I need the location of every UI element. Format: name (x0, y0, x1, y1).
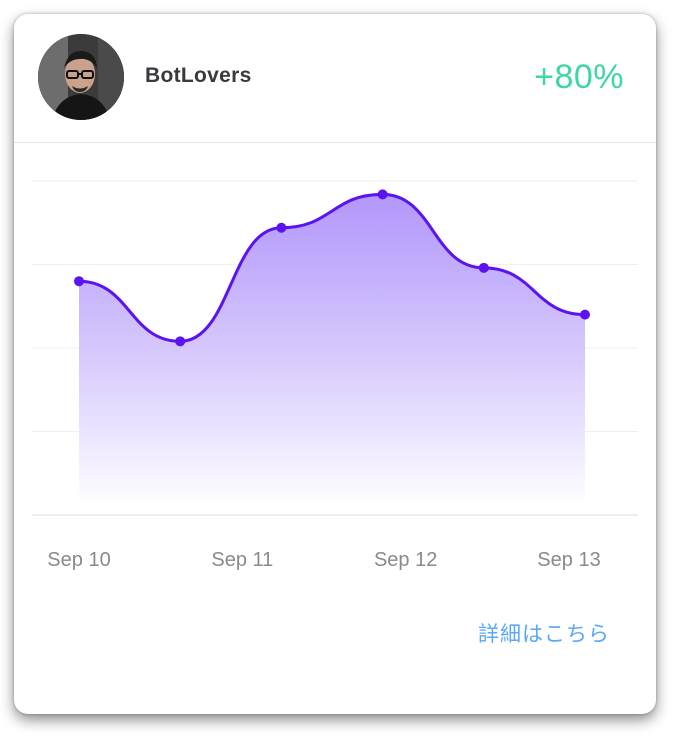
stats-card: BotLovers +80% Sep 10 Sep 11 Sep 12 Sep 13 … (14, 14, 656, 714)
details-link[interactable]: 詳細はこちら (478, 618, 610, 648)
data-point[interactable] (276, 222, 287, 233)
area-fill (79, 194, 585, 508)
data-point[interactable] (74, 276, 84, 287)
data-point[interactable] (377, 189, 388, 200)
data-point[interactable] (478, 262, 489, 273)
x-tick-label: Sep 11 (211, 549, 273, 571)
x-tick-label: Sep 10 (47, 549, 110, 571)
x-tick-label: Sep 13 (537, 549, 600, 571)
area-chart: Sep 10 Sep 11 Sep 12 Sep 13 (32, 180, 638, 571)
x-tick-label: Sep 12 (374, 549, 437, 571)
data-point[interactable] (175, 336, 186, 347)
data-point[interactable] (580, 309, 590, 320)
